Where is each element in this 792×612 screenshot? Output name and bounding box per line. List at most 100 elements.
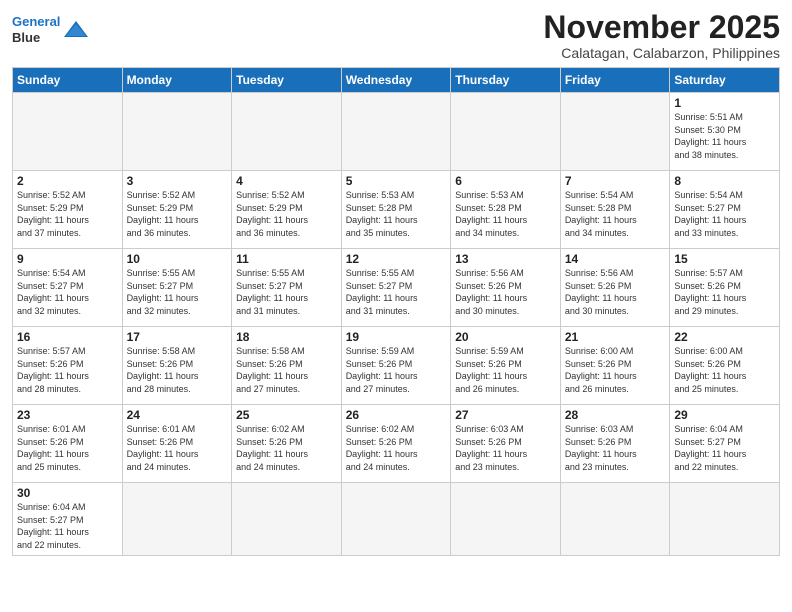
calendar-cell: 10Sunrise: 5:55 AM Sunset: 5:27 PM Dayli… [122,249,232,327]
calendar-page: GeneralBlue November 2025 Calatagan, Cal… [0,0,792,612]
day-info: Sunrise: 5:53 AM Sunset: 5:28 PM Dayligh… [346,189,447,239]
day-info: Sunrise: 5:55 AM Sunset: 5:27 PM Dayligh… [346,267,447,317]
day-info: Sunrise: 5:59 AM Sunset: 5:26 PM Dayligh… [346,345,447,395]
day-header-monday: Monday [122,68,232,93]
day-info: Sunrise: 5:56 AM Sunset: 5:26 PM Dayligh… [565,267,666,317]
day-number: 5 [346,174,447,188]
calendar-cell: 14Sunrise: 5:56 AM Sunset: 5:26 PM Dayli… [560,249,670,327]
calendar-cell: 23Sunrise: 6:01 AM Sunset: 5:26 PM Dayli… [13,405,123,483]
day-number: 23 [17,408,118,422]
day-number: 18 [236,330,337,344]
day-number: 25 [236,408,337,422]
calendar-cell [560,93,670,171]
day-header-tuesday: Tuesday [232,68,342,93]
day-number: 17 [127,330,228,344]
day-info: Sunrise: 5:58 AM Sunset: 5:26 PM Dayligh… [236,345,337,395]
calendar-cell: 7Sunrise: 5:54 AM Sunset: 5:28 PM Daylig… [560,171,670,249]
day-info: Sunrise: 5:55 AM Sunset: 5:27 PM Dayligh… [236,267,337,317]
day-number: 6 [455,174,556,188]
calendar-cell: 12Sunrise: 5:55 AM Sunset: 5:27 PM Dayli… [341,249,451,327]
day-info: Sunrise: 6:01 AM Sunset: 5:26 PM Dayligh… [17,423,118,473]
day-info: Sunrise: 5:57 AM Sunset: 5:26 PM Dayligh… [674,267,775,317]
day-header-wednesday: Wednesday [341,68,451,93]
day-number: 13 [455,252,556,266]
day-info: Sunrise: 5:52 AM Sunset: 5:29 PM Dayligh… [127,189,228,239]
calendar-cell: 3Sunrise: 5:52 AM Sunset: 5:29 PM Daylig… [122,171,232,249]
day-number: 26 [346,408,447,422]
day-info: Sunrise: 6:02 AM Sunset: 5:26 PM Dayligh… [346,423,447,473]
day-number: 20 [455,330,556,344]
day-info: Sunrise: 6:00 AM Sunset: 5:26 PM Dayligh… [565,345,666,395]
day-info: Sunrise: 6:02 AM Sunset: 5:26 PM Dayligh… [236,423,337,473]
day-header-thursday: Thursday [451,68,561,93]
day-number: 1 [674,96,775,110]
calendar-cell: 1Sunrise: 5:51 AM Sunset: 5:30 PM Daylig… [670,93,780,171]
calendar-cell: 27Sunrise: 6:03 AM Sunset: 5:26 PM Dayli… [451,405,561,483]
day-number: 10 [127,252,228,266]
calendar-cell [122,483,232,555]
calendar-table: SundayMondayTuesdayWednesdayThursdayFrid… [12,67,780,555]
calendar-cell: 17Sunrise: 5:58 AM Sunset: 5:26 PM Dayli… [122,327,232,405]
calendar-cell: 28Sunrise: 6:03 AM Sunset: 5:26 PM Dayli… [560,405,670,483]
calendar-cell: 26Sunrise: 6:02 AM Sunset: 5:26 PM Dayli… [341,405,451,483]
day-info: Sunrise: 5:54 AM Sunset: 5:27 PM Dayligh… [17,267,118,317]
calendar-cell [451,483,561,555]
day-number: 15 [674,252,775,266]
calendar-cell: 2Sunrise: 5:52 AM Sunset: 5:29 PM Daylig… [13,171,123,249]
day-info: Sunrise: 5:56 AM Sunset: 5:26 PM Dayligh… [455,267,556,317]
calendar-cell [122,93,232,171]
day-number: 8 [674,174,775,188]
day-number: 21 [565,330,666,344]
day-number: 30 [17,486,118,500]
location: Calatagan, Calabarzon, Philippines [543,45,780,61]
calendar-cell: 5Sunrise: 5:53 AM Sunset: 5:28 PM Daylig… [341,171,451,249]
day-number: 24 [127,408,228,422]
day-header-saturday: Saturday [670,68,780,93]
day-info: Sunrise: 6:04 AM Sunset: 5:27 PM Dayligh… [17,501,118,551]
day-number: 3 [127,174,228,188]
day-info: Sunrise: 6:00 AM Sunset: 5:26 PM Dayligh… [674,345,775,395]
calendar-cell: 25Sunrise: 6:02 AM Sunset: 5:26 PM Dayli… [232,405,342,483]
calendar-header-row: SundayMondayTuesdayWednesdayThursdayFrid… [13,68,780,93]
calendar-cell: 8Sunrise: 5:54 AM Sunset: 5:27 PM Daylig… [670,171,780,249]
calendar-cell [341,483,451,555]
page-header: GeneralBlue November 2025 Calatagan, Cal… [12,10,780,61]
day-info: Sunrise: 5:55 AM Sunset: 5:27 PM Dayligh… [127,267,228,317]
day-info: Sunrise: 5:59 AM Sunset: 5:26 PM Dayligh… [455,345,556,395]
calendar-cell [670,483,780,555]
calendar-cell: 6Sunrise: 5:53 AM Sunset: 5:28 PM Daylig… [451,171,561,249]
calendar-cell [560,483,670,555]
title-block: November 2025 Calatagan, Calabarzon, Phi… [543,10,780,61]
day-number: 7 [565,174,666,188]
calendar-cell: 4Sunrise: 5:52 AM Sunset: 5:29 PM Daylig… [232,171,342,249]
day-info: Sunrise: 6:04 AM Sunset: 5:27 PM Dayligh… [674,423,775,473]
day-number: 9 [17,252,118,266]
day-number: 29 [674,408,775,422]
calendar-cell: 18Sunrise: 5:58 AM Sunset: 5:26 PM Dayli… [232,327,342,405]
day-header-sunday: Sunday [13,68,123,93]
calendar-cell: 15Sunrise: 5:57 AM Sunset: 5:26 PM Dayli… [670,249,780,327]
logo-icon [62,19,90,41]
day-number: 27 [455,408,556,422]
logo-text: GeneralBlue [12,14,60,45]
day-number: 2 [17,174,118,188]
calendar-cell: 9Sunrise: 5:54 AM Sunset: 5:27 PM Daylig… [13,249,123,327]
day-header-friday: Friday [560,68,670,93]
day-number: 22 [674,330,775,344]
calendar-cell [13,93,123,171]
day-info: Sunrise: 5:51 AM Sunset: 5:30 PM Dayligh… [674,111,775,161]
day-number: 16 [17,330,118,344]
day-info: Sunrise: 5:54 AM Sunset: 5:27 PM Dayligh… [674,189,775,239]
day-number: 12 [346,252,447,266]
day-info: Sunrise: 5:52 AM Sunset: 5:29 PM Dayligh… [236,189,337,239]
day-number: 11 [236,252,337,266]
day-info: Sunrise: 5:57 AM Sunset: 5:26 PM Dayligh… [17,345,118,395]
calendar-cell [451,93,561,171]
calendar-cell: 20Sunrise: 5:59 AM Sunset: 5:26 PM Dayli… [451,327,561,405]
day-info: Sunrise: 6:03 AM Sunset: 5:26 PM Dayligh… [455,423,556,473]
calendar-cell [232,93,342,171]
calendar-cell: 21Sunrise: 6:00 AM Sunset: 5:26 PM Dayli… [560,327,670,405]
calendar-cell: 11Sunrise: 5:55 AM Sunset: 5:27 PM Dayli… [232,249,342,327]
day-info: Sunrise: 6:01 AM Sunset: 5:26 PM Dayligh… [127,423,228,473]
calendar-cell [232,483,342,555]
